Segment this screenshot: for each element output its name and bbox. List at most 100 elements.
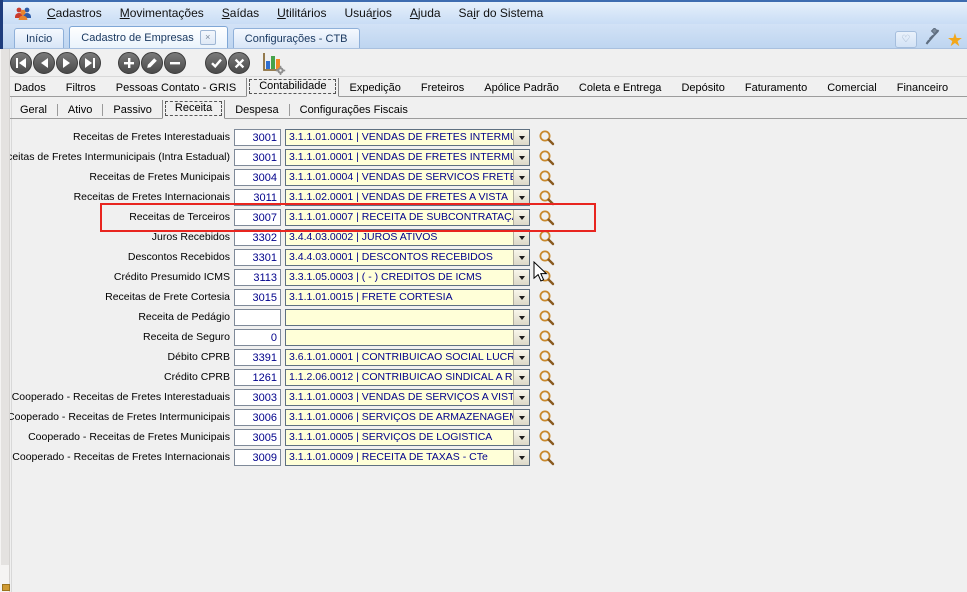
add-record-button[interactable] [118, 52, 140, 74]
dropdown-arrow-icon[interactable] [513, 210, 529, 225]
account-combobox[interactable]: 3.1.1.01.0001 | VENDAS DE FRETES INTERMU… [285, 129, 530, 146]
tab-dados[interactable]: Dados [4, 80, 56, 97]
search-account-icon[interactable] [538, 369, 555, 386]
favorite-star-icon[interactable]: ★ [947, 31, 963, 49]
dropdown-arrow-icon[interactable] [513, 170, 529, 185]
left-scrollbar[interactable] [0, 49, 10, 592]
account-code-input[interactable] [234, 329, 281, 346]
close-tab-icon[interactable]: × [199, 30, 216, 45]
account-code-input[interactable] [234, 309, 281, 326]
dropdown-arrow-icon[interactable] [513, 130, 529, 145]
account-combobox[interactable]: 3.1.1.02.0001 | VENDAS DE FRETES A VISTA [285, 189, 530, 206]
delete-record-button[interactable] [164, 52, 186, 74]
chart-settings-button[interactable] [260, 51, 286, 75]
unpin-icon[interactable] [924, 27, 940, 51]
dropdown-arrow-icon[interactable] [513, 230, 529, 245]
left-scrollbar-thumb[interactable] [1, 49, 9, 565]
search-account-icon[interactable] [538, 389, 555, 406]
search-account-icon[interactable] [538, 429, 555, 446]
account-combobox[interactable]: 3.1.1.01.0004 | VENDAS DE SERVICOS FRETE… [285, 169, 530, 186]
account-code-input[interactable] [234, 229, 281, 246]
account-code-input[interactable] [234, 149, 281, 166]
confirm-button[interactable] [205, 52, 227, 74]
dropdown-arrow-icon[interactable] [513, 310, 529, 325]
dropdown-arrow-icon[interactable] [513, 410, 529, 425]
search-account-icon[interactable] [538, 229, 555, 246]
dropdown-arrow-icon[interactable] [513, 250, 529, 265]
tab-coleta-e-entrega[interactable]: Coleta e Entrega [569, 80, 672, 97]
account-combobox[interactable]: 3.3.1.05.0003 | ( - ) CREDITOS DE ICMS [285, 269, 530, 286]
menu-item-utilit-rios[interactable]: Utilitários [268, 4, 335, 22]
search-account-icon[interactable] [538, 289, 555, 306]
search-account-icon[interactable] [538, 409, 555, 426]
menu-item-cadastros[interactable]: Cadastros [38, 4, 111, 22]
cancel-button[interactable] [228, 52, 250, 74]
account-code-input[interactable] [234, 209, 281, 226]
search-account-icon[interactable] [538, 449, 555, 466]
tab-oficina[interactable]: Oficina [958, 80, 967, 97]
account-combobox[interactable]: 3.1.1.01.0009 | RECEITA DE TAXAS - CTe [285, 449, 530, 466]
account-combobox[interactable]: 3.1.1.01.0005 | SERVIÇOS DE LOGISTICA [285, 429, 530, 446]
menu-item-sa-das[interactable]: Saídas [213, 4, 268, 22]
account-combobox[interactable]: 3.1.1.01.0006 | SERVIÇOS DE ARMAZENAGEM [285, 409, 530, 426]
search-account-icon[interactable] [538, 169, 555, 186]
tab-ap-lice-padr-o[interactable]: Apólice Padrão [474, 80, 569, 97]
tab-comercial[interactable]: Comercial [817, 80, 887, 97]
dropdown-arrow-icon[interactable] [513, 390, 529, 405]
dropdown-arrow-icon[interactable] [513, 370, 529, 385]
tab-dep-sito[interactable]: Depósito [671, 80, 734, 97]
subtab-geral[interactable]: Geral [10, 102, 57, 119]
account-combobox[interactable]: 3.1.1.01.0003 | VENDAS DE SERVIÇOS A VIS… [285, 389, 530, 406]
next-record-button[interactable] [56, 52, 78, 74]
dropdown-arrow-icon[interactable] [513, 190, 529, 205]
previous-record-button[interactable] [33, 52, 55, 74]
account-code-input[interactable] [234, 189, 281, 206]
account-combobox[interactable]: 3.1.1.01.0001 | VENDAS DE FRETES INTERMU… [285, 149, 530, 166]
tab-freteiros[interactable]: Freteiros [411, 80, 474, 97]
menu-item-movimenta-es[interactable]: Movimentações [111, 4, 213, 22]
account-code-input[interactable] [234, 369, 281, 386]
dropdown-arrow-icon[interactable] [513, 290, 529, 305]
doc-tab-configura-es-ctb[interactable]: Configurações - CTB [232, 28, 360, 48]
first-record-button[interactable] [10, 52, 32, 74]
subtab-receita[interactable]: Receita [161, 100, 226, 119]
edit-record-button[interactable] [141, 52, 163, 74]
account-combobox[interactable]: 3.4.4.03.0002 | JUROS ATIVOS [285, 229, 530, 246]
account-code-input[interactable] [234, 389, 281, 406]
dropdown-arrow-icon[interactable] [513, 450, 529, 465]
tab-pessoas-contato-gris[interactable]: Pessoas Contato - GRIS [106, 80, 246, 97]
account-code-input[interactable] [234, 169, 281, 186]
tab-filtros[interactable]: Filtros [56, 80, 106, 97]
search-account-icon[interactable] [538, 349, 555, 366]
search-account-icon[interactable] [538, 209, 555, 226]
favorites-chevron-button[interactable]: ♡ [894, 31, 917, 48]
subtab-ativo[interactable]: Ativo [58, 102, 102, 119]
account-combobox[interactable]: 1.1.2.06.0012 | CONTRIBUICAO SINDICAL A … [285, 369, 530, 386]
account-code-input[interactable] [234, 269, 281, 286]
subtab-configura-es-fiscais[interactable]: Configurações Fiscais [290, 102, 418, 119]
dropdown-arrow-icon[interactable] [513, 350, 529, 365]
search-account-icon[interactable] [538, 129, 555, 146]
account-combobox[interactable]: 3.1.1.01.0007 | RECEITA DE SUBCONTRATAÇA… [285, 209, 530, 226]
dropdown-arrow-icon[interactable] [513, 270, 529, 285]
tab-financeiro[interactable]: Financeiro [887, 80, 958, 97]
account-code-input[interactable] [234, 249, 281, 266]
search-account-icon[interactable] [538, 309, 555, 326]
account-code-input[interactable] [234, 349, 281, 366]
tab-expedi-o[interactable]: Expedição [339, 80, 410, 97]
menu-item-sair-do-sistema[interactable]: Sair do Sistema [450, 4, 553, 22]
search-account-icon[interactable] [538, 189, 555, 206]
account-combobox[interactable]: 3.1.1.01.0015 | FRETE CORTESIA [285, 289, 530, 306]
subtab-despesa[interactable]: Despesa [225, 102, 288, 119]
tab-faturamento[interactable]: Faturamento [735, 80, 817, 97]
account-code-input[interactable] [234, 129, 281, 146]
search-account-icon[interactable] [538, 149, 555, 166]
menu-item-ajuda[interactable]: Ajuda [401, 4, 450, 22]
doc-tab-cadastro-de-empresas[interactable]: Cadastro de Empresas × [69, 26, 228, 48]
menu-item-usu-rios[interactable]: Usuários [335, 4, 400, 22]
last-record-button[interactable] [79, 52, 101, 74]
account-code-input[interactable] [234, 289, 281, 306]
account-code-input[interactable] [234, 409, 281, 426]
dropdown-arrow-icon[interactable] [513, 330, 529, 345]
account-combobox[interactable] [285, 309, 530, 326]
